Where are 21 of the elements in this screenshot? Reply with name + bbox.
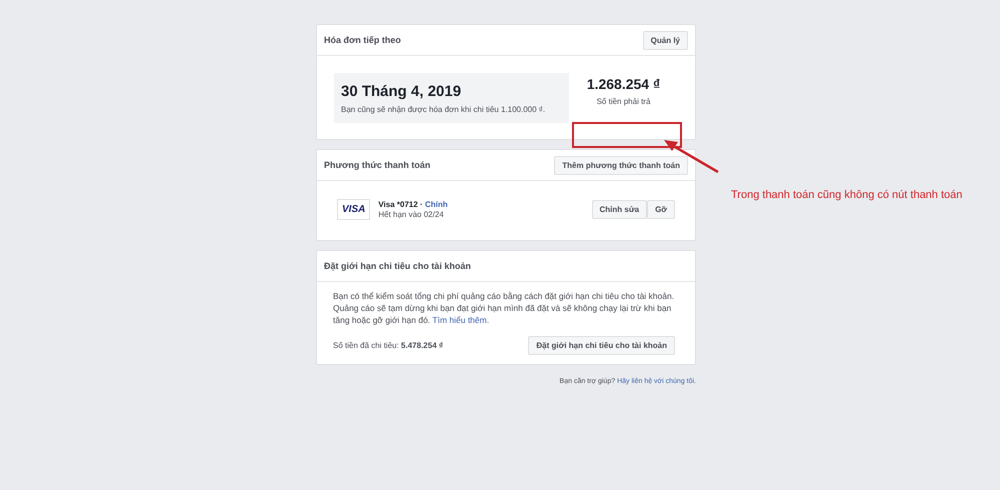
learn-more-link[interactable]: Tìm hiểu thêm. — [432, 315, 490, 325]
set-limit-button[interactable]: Đặt giới hạn chi tiêu cho tài khoản — [528, 336, 675, 355]
remove-button[interactable]: Gỡ — [647, 200, 675, 219]
add-payment-button[interactable]: Thêm phương thức thanh toán — [554, 156, 688, 174]
amount-spent: Số tiền đã chi tiêu: 5.478.254 ₫ — [333, 341, 443, 350]
card-expiry: Hết hạn vào 02/24 — [378, 210, 445, 219]
limit-description: Bạn có thể kiểm soát tổng chi phí quảng cáo bằng cách đặt giới hạn chi tiêu cho tài khoản. Quảng cáo sẽ tạm dừng khi bạn đạt giới hạn mình đã đặt và sẽ không chạy lại trừ khi bạn tăng hoặc gỡ giới hạn đó. Tìm hiểu thêm. — [333, 290, 676, 326]
card-title: Phương thức thanh toán — [324, 160, 430, 170]
bill-date: 30 Tháng 4, 2019 — [341, 83, 462, 100]
card-logo: VISA — [337, 199, 370, 220]
manage-button[interactable]: Quản lý — [642, 30, 688, 50]
card-title: Đặt giới hạn chi tiêu cho tài khoản — [324, 261, 471, 271]
annotation-text: Trong thanh toán cũng không có nút thanh toán — [731, 189, 962, 201]
edit-button[interactable]: Chỉnh sửa — [592, 200, 648, 219]
card-name: Visa *0712 · Chính — [378, 200, 449, 209]
primary-link[interactable]: Chính — [424, 200, 448, 209]
bill-note: Bạn cũng sẽ nhận được hóa đơn khi chi tiêu 1.100.000 ₫. — [341, 104, 546, 115]
arrow-icon — [662, 138, 720, 174]
card-title: Hóa đơn tiếp theo — [324, 35, 401, 45]
amount-label: Số tiền phải trả — [596, 97, 650, 106]
amount-due: 1.268.254 ₫ — [586, 76, 660, 92]
